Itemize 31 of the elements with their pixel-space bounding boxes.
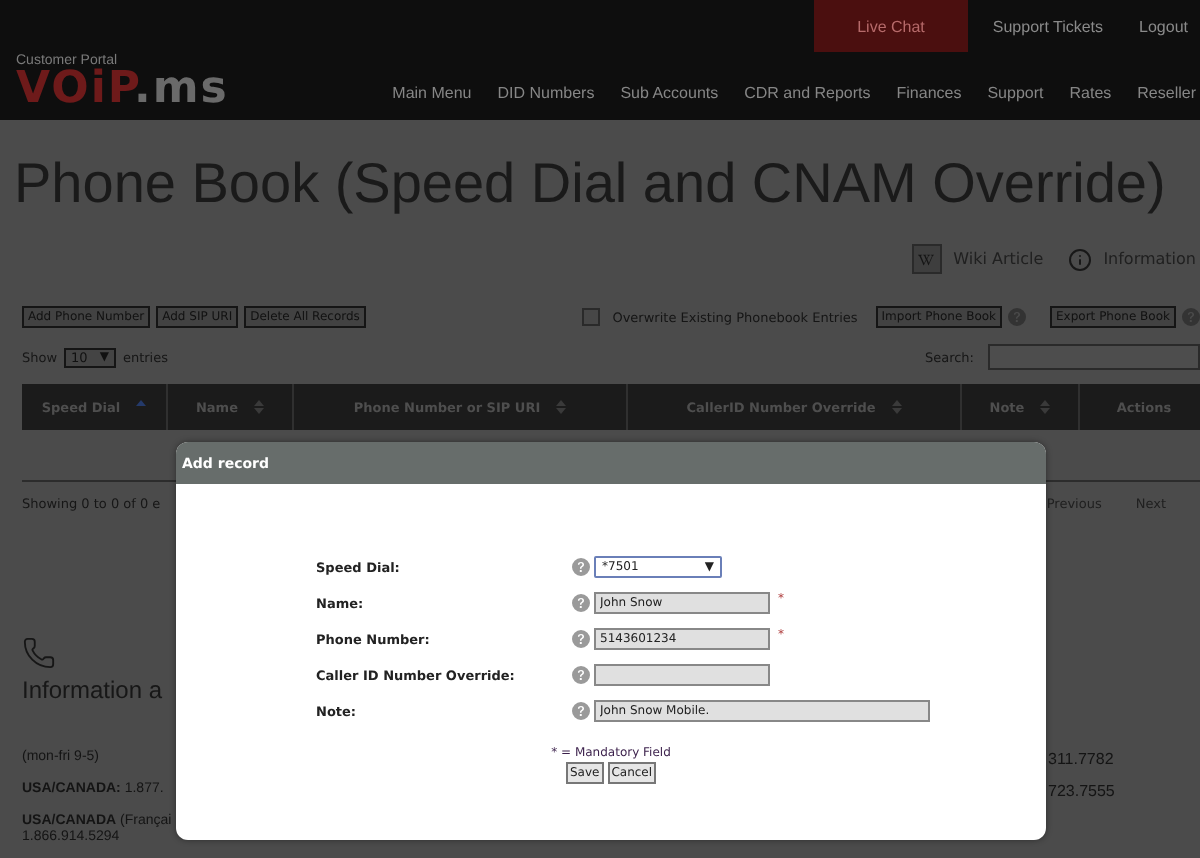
phone-icon — [22, 636, 56, 670]
info-icon — [1067, 247, 1092, 271]
help-icon[interactable] — [572, 666, 590, 684]
nav-item[interactable]: CDR and Reports — [744, 83, 871, 101]
sort-icon — [1040, 400, 1051, 414]
sort-icon — [254, 400, 264, 414]
help-icon[interactable] — [1182, 308, 1200, 326]
nav-item[interactable]: Main Menu — [392, 83, 472, 101]
logo[interactable]: VOiP.ms — [16, 67, 229, 111]
contact-number: 723.7555 — [1048, 782, 1115, 800]
header-link[interactable]: Support Tickets — [980, 0, 1116, 52]
help-icon[interactable] — [572, 594, 590, 612]
sort-icon — [556, 400, 567, 414]
help-icon[interactable] — [572, 702, 590, 720]
help-icon[interactable] — [1008, 308, 1027, 326]
nav-item[interactable]: Rates — [1069, 83, 1112, 101]
search-field[interactable] — [988, 344, 1200, 370]
nav-item[interactable]: Support — [987, 83, 1044, 101]
nav-item[interactable]: Finances — [896, 83, 962, 101]
wikipedia-icon — [911, 244, 942, 274]
nav-item[interactable]: Sub Accounts — [620, 83, 719, 101]
header-link[interactable]: Logout — [1127, 0, 1200, 52]
overwrite-checkbox[interactable] — [582, 308, 601, 326]
help-icon[interactable] — [572, 630, 590, 648]
sort-icon — [891, 400, 902, 414]
contact-number: 311.7782 — [1048, 750, 1114, 768]
nav-item[interactable]: Reseller — [1137, 83, 1196, 101]
live-chat-button[interactable]: Live Chat — [813, 0, 969, 52]
help-icon[interactable] — [572, 558, 590, 576]
input-field[interactable] — [594, 664, 770, 686]
nav-item[interactable]: DID Numbers — [497, 83, 595, 101]
